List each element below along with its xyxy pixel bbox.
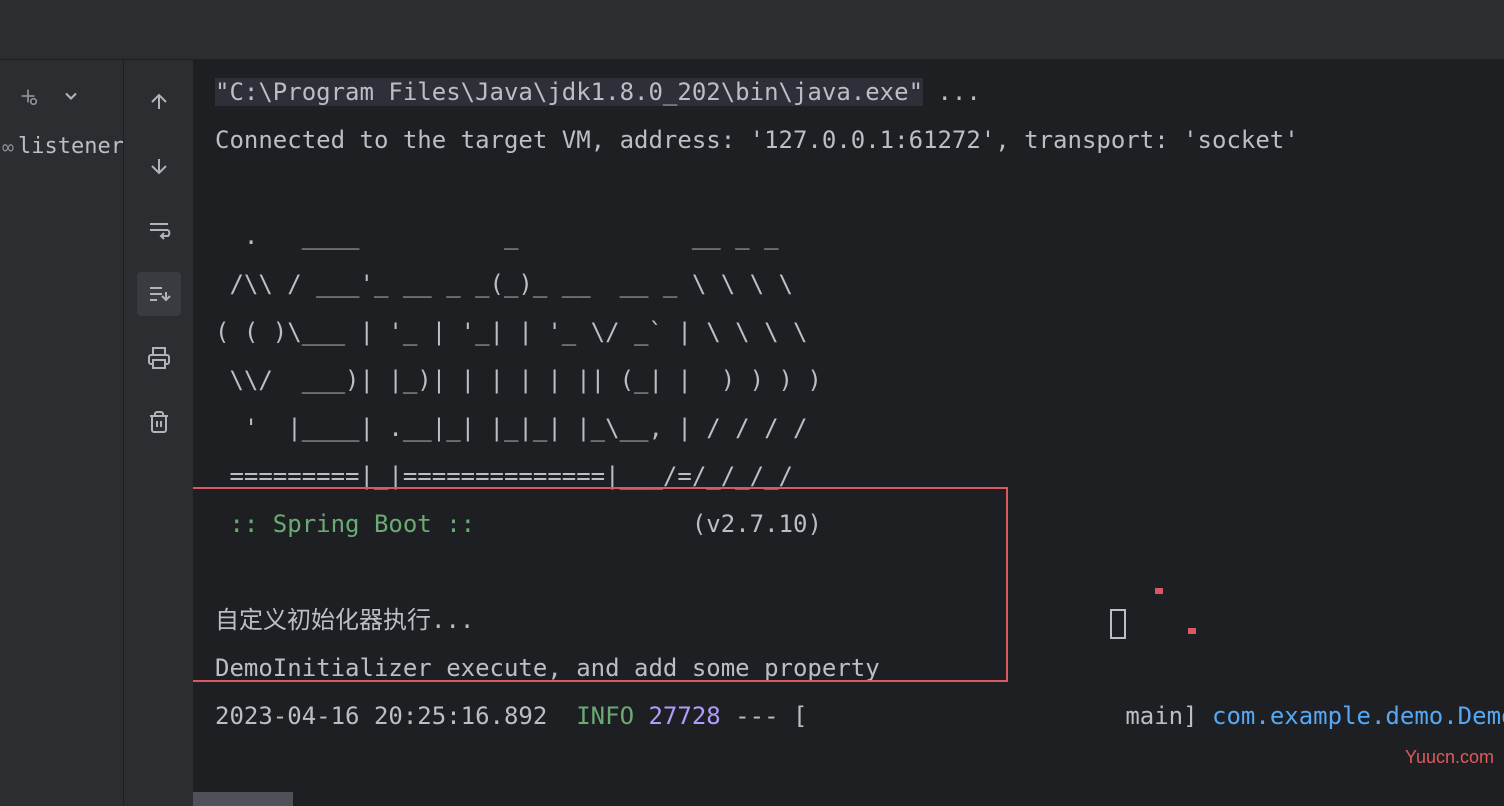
console-command-line: "C:\Program Files\Java\jdk1.8.0_202\bin\… (215, 68, 1504, 116)
log-line: 2023-04-16 20:25:16.892 INFO 27728 --- [… (215, 692, 1504, 740)
horizontal-scrollbar[interactable] (193, 792, 293, 806)
console-toolbar (123, 60, 193, 806)
spring-banner-line: . ____ _ __ _ _ (215, 212, 1504, 260)
spring-banner-line: ( ( )\___ | '_ | '_| | '_ \/ _` | \ \ \ … (215, 308, 1504, 356)
main-area: ∞ listener "C:\Program Files\Java\jdk1.8… (0, 60, 1504, 806)
spring-banner-line: /\\ / ___'_ __ _ _(_)_ __ __ _ \ \ \ \ (215, 260, 1504, 308)
config-dropdown-button[interactable] (56, 80, 86, 112)
add-config-button[interactable] (8, 80, 48, 112)
scroll-up-button[interactable] (137, 80, 181, 124)
console-output[interactable]: "C:\Program Files\Java\jdk1.8.0_202\bin\… (193, 60, 1504, 806)
text-cursor (1110, 609, 1126, 639)
scroll-down-button[interactable] (137, 144, 181, 188)
spring-version-line: :: Spring Boot :: (v2.7.10) (215, 500, 1504, 548)
annotation-dot (1188, 628, 1196, 634)
run-configs-header (0, 80, 123, 130)
run-config-item-listener[interactable]: ∞ listener (0, 130, 123, 163)
run-config-label: listener (18, 134, 124, 159)
soft-wrap-button[interactable] (137, 208, 181, 252)
watermark: Yuucn.com (1405, 747, 1494, 768)
console-blank (215, 548, 1504, 596)
window-top-bar (0, 0, 1504, 60)
run-config-icon: ∞ (2, 135, 14, 159)
spring-banner-line: =========|_|==============|___/=/_/_/_/ (215, 452, 1504, 500)
run-configs-panel: ∞ listener (0, 60, 123, 806)
spring-banner-line: ' |____| .__|_| |_|_| |_\__, | / / / / (215, 404, 1504, 452)
console-blank (215, 164, 1504, 212)
console-vm-connect-line: Connected to the target VM, address: '12… (215, 116, 1504, 164)
scroll-to-end-button[interactable] (137, 272, 181, 316)
demo-init-line: DemoInitializer execute, and add some pr… (215, 644, 1504, 692)
spring-banner-line: \\/ ___)| |_)| | | | | || (_| | ) ) ) ) (215, 356, 1504, 404)
custom-init-line: 自定义初始化器执行... (215, 596, 1504, 644)
print-button[interactable] (137, 336, 181, 380)
annotation-dot (1155, 588, 1163, 594)
clear-button[interactable] (137, 400, 181, 444)
